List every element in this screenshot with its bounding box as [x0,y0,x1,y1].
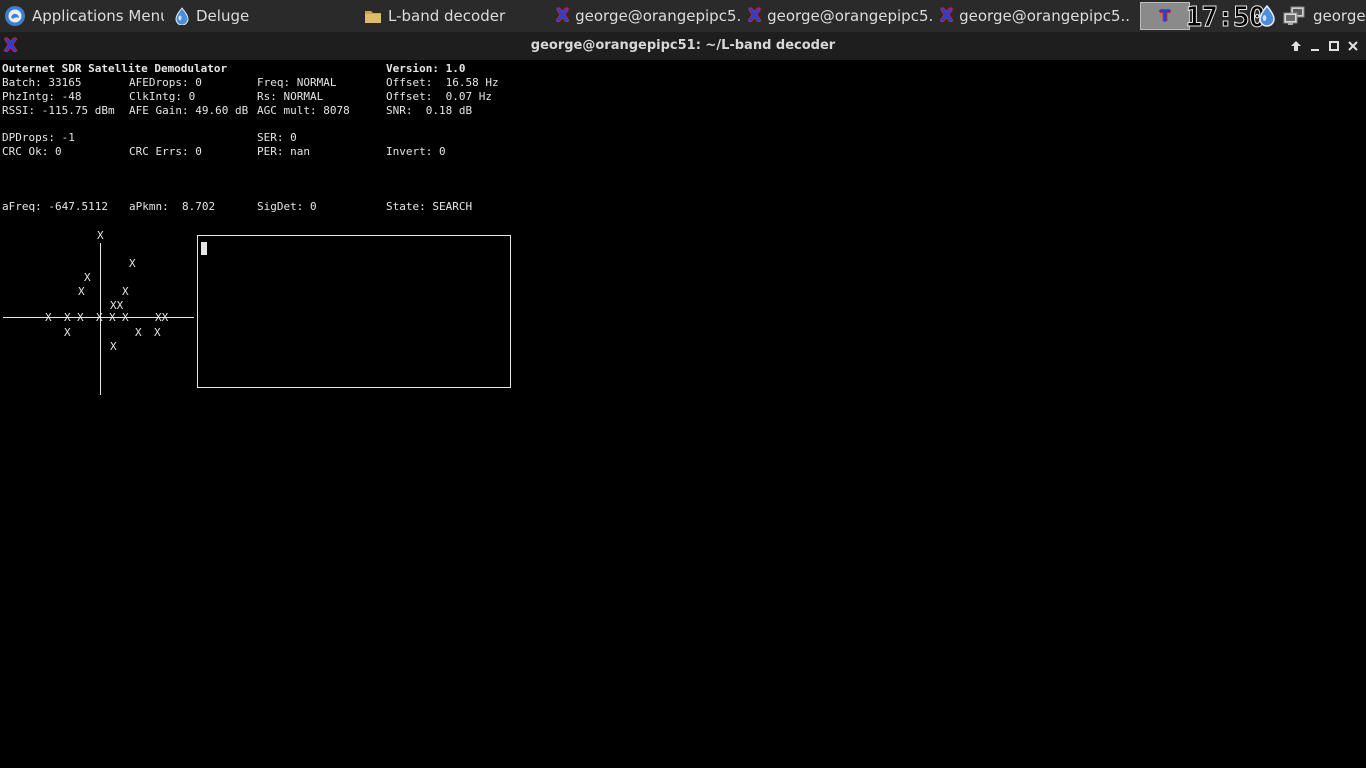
task-deluge[interactable]: Deluge [174,0,354,32]
xterm-mini-icon: T [1159,7,1171,25]
constellation-axis-point: X [64,311,71,324]
constellation-axis-point: X [109,311,116,324]
workspace-switcher[interactable]: T [1140,2,1190,30]
state-value: State: SEARCH [386,200,473,213]
agc-mult-value: AGC mult: 8078 [257,104,350,117]
crc-errs-value: CRC Errs: 0 [129,145,202,158]
offset2-value: Offset: 0.07 Hz [386,90,492,103]
dpdrops-value: DPDrops: -1 [2,131,75,144]
user-menu[interactable]: george [1313,0,1366,32]
afe-gain-value: AFE Gain: 49.60 dB [129,104,249,117]
xterm-icon: X [748,6,762,26]
xterm-icon: X [556,6,570,26]
folder-icon [364,8,382,24]
clkintg-value: ClkIntg: 0 [129,90,196,103]
deluge-tray-icon[interactable] [1258,0,1280,32]
constellation-point: X [97,229,104,242]
version-label: Version: 1.0 [386,62,466,75]
task-label: L-band decoder [388,7,506,25]
constellation-axis-point: X [96,311,103,324]
shade-button[interactable] [1286,36,1306,56]
freq-value: Freq: NORMAL [257,76,337,89]
constellation-axis-point: X [45,311,52,324]
minimize-button[interactable] [1305,36,1325,56]
top-panel: Applications Menu Deluge L-band decoder … [0,0,1366,33]
xfce-logo-icon [4,5,26,27]
apkmn-value: aPkmn: 8.702 [129,200,216,213]
constellation-axis-point: X [77,311,84,324]
close-icon [1348,41,1358,51]
phzintg-value: PhzIntg: -48 [2,90,82,103]
task-label: Deluge [196,7,250,25]
rs-value: Rs: NORMAL [257,90,324,103]
window-title: george@orangepipc51: ~/L-band decoder [530,38,836,53]
window-titlebar[interactable]: X george@orangepipc51: ~/L-band decoder [0,32,1366,60]
program-title: Outernet SDR Satellite Demodulator [2,62,228,75]
minimize-icon [1311,49,1319,51]
batch-value: Batch: 33165 [2,76,82,89]
afreq-value: aFreq: -647.5112 [2,200,108,213]
constellation-point: X [64,326,71,339]
task-label: george@orangepipc5... [575,7,742,25]
sigdet-value: SigDet: 0 [257,200,317,213]
offset-hz-value: Offset: 16.58 Hz [386,76,499,89]
close-button[interactable] [1343,36,1363,56]
constellation-point: X [78,285,85,298]
xterm-icon: X [940,6,954,26]
task-label: george@orangepipc5... [959,7,1130,25]
afedrops-value: AFEDrops: 0 [129,76,202,89]
applications-menu-label: Applications Menu [32,7,164,25]
task-terminal-2[interactable]: X george@orangepipc5... [748,0,934,32]
constellation-axis-point: X [122,311,129,324]
rssi-value: RSSI: -115.75 dBm [2,104,115,117]
task-terminal-1[interactable]: X george@orangepipc5... [556,0,742,32]
constellation-point: X [154,326,161,339]
ser-value: SER: 0 [257,131,297,144]
task-label: george@orangepipc5... [767,7,934,25]
constellation-point: X [135,326,142,339]
deluge-icon [174,7,190,25]
task-terminal-3[interactable]: X george@orangepipc5... [940,0,1130,32]
arrow-up-icon [1291,41,1301,51]
task-l-band-decoder[interactable]: L-band decoder [364,0,544,32]
constellation-point: X [129,257,136,270]
invert-value: Invert: 0 [386,145,446,158]
constellation-point: X [122,285,129,298]
crc-ok-value: CRC Ok: 0 [2,145,62,158]
applications-menu-button[interactable]: Applications Menu [4,0,164,32]
network-icon[interactable] [1282,0,1310,32]
output-box [197,235,511,388]
constellation-point: X [110,340,117,353]
snr-value: SNR: 0.18 dB [386,104,473,117]
per-value: PER: nan [257,145,310,158]
maximize-icon [1329,41,1339,51]
terminal-area[interactable]: Outernet SDR Satellite Demodulator Versi… [0,60,1366,768]
constellation-axis-point-double: XX [155,311,169,324]
constellation-point: X [84,271,91,284]
user-name: george [1313,7,1366,25]
clock[interactable]: 17:50 [1185,0,1266,33]
terminal-cursor [201,242,207,255]
maximize-button[interactable] [1324,36,1344,56]
